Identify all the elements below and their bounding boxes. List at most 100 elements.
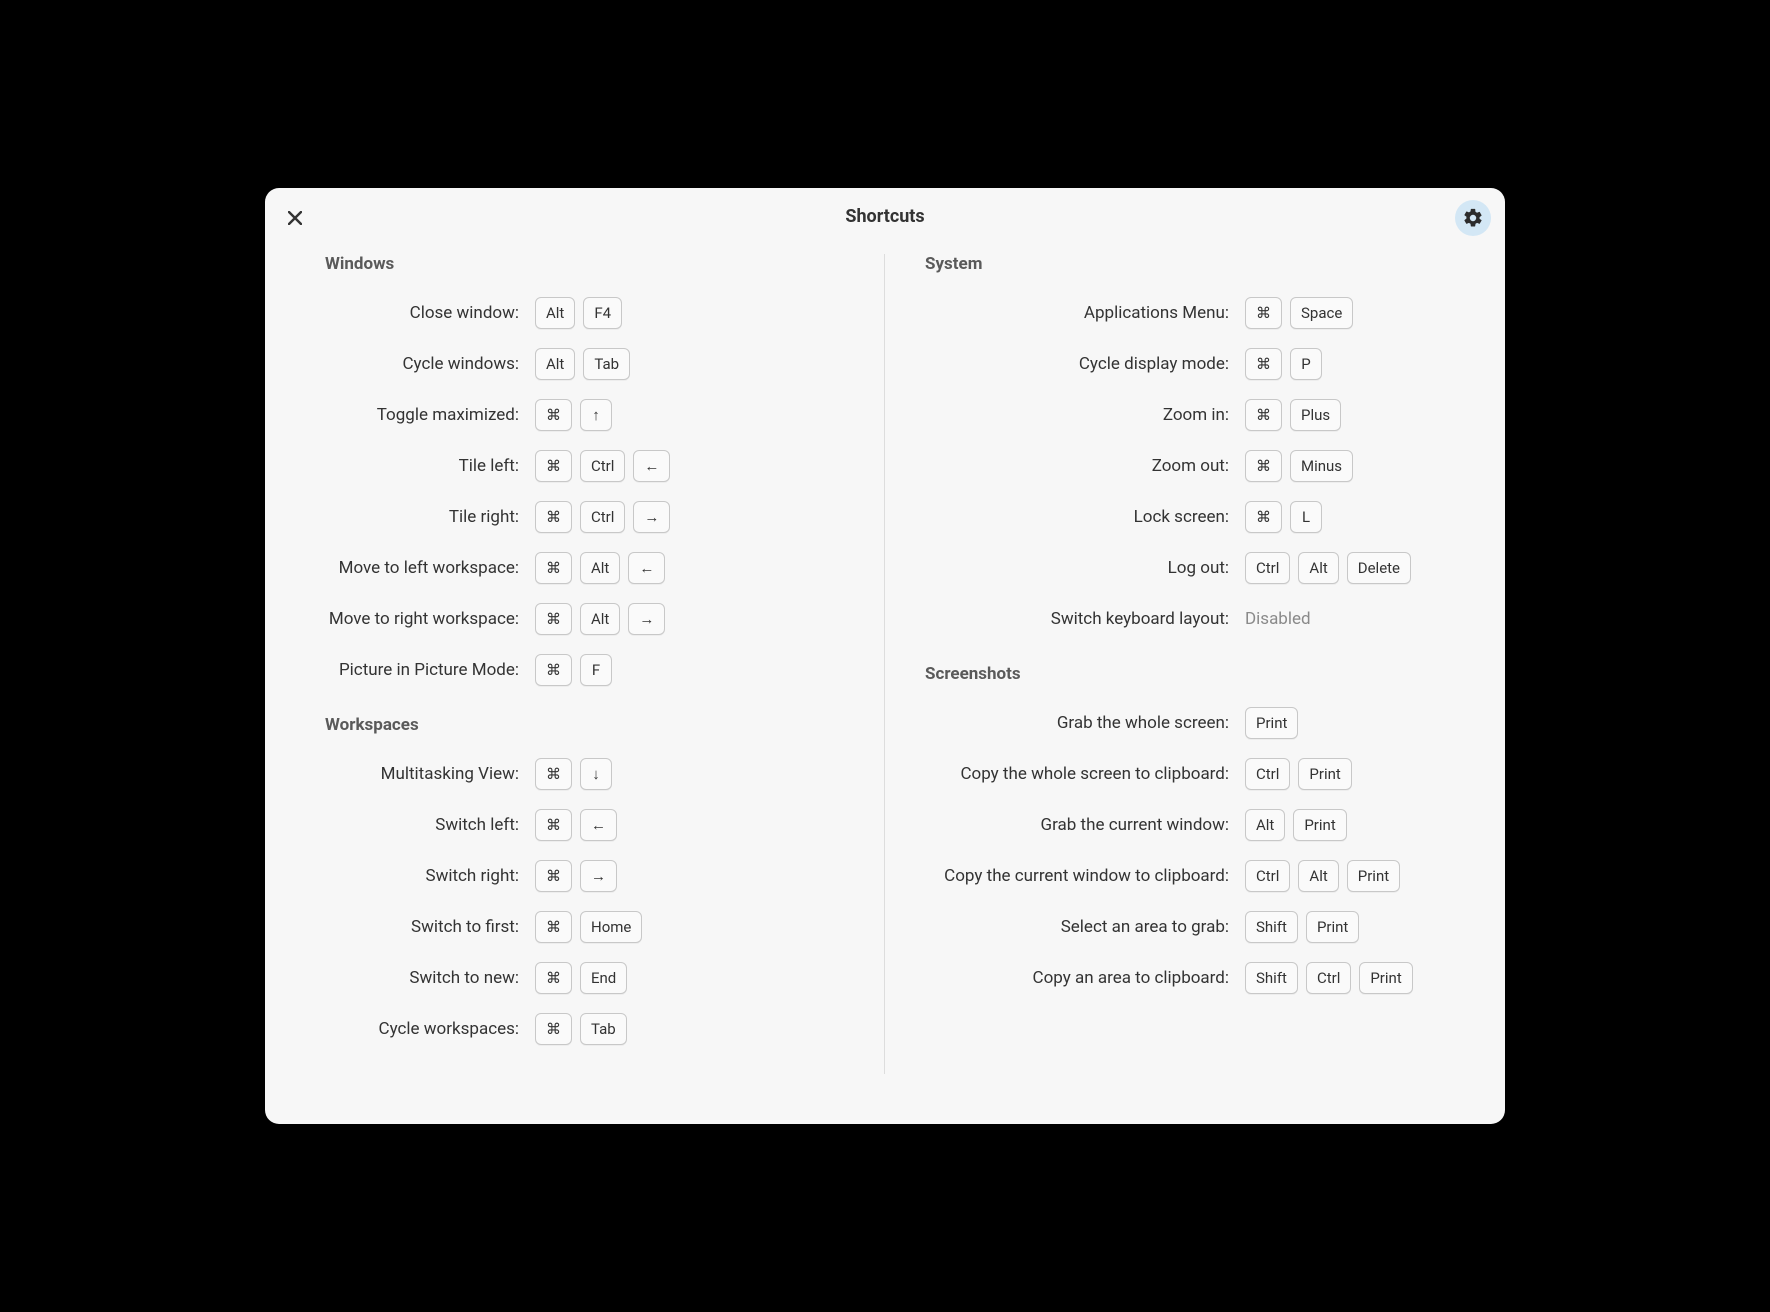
shortcut-keys: ⌘Alt→: [535, 603, 665, 635]
section-title-screenshots: Screenshots: [925, 664, 1445, 684]
shortcut-label: Multitasking View:: [325, 764, 535, 784]
close-button[interactable]: [283, 206, 307, 230]
shortcut-keys: AltF4: [535, 297, 622, 329]
shortcut-label: Zoom out:: [925, 456, 1245, 476]
shortcut-label: Copy the whole screen to clipboard:: [925, 764, 1245, 784]
keycap: →: [633, 501, 670, 533]
section-windows: Windows Close window:AltF4 Cycle windows:A…: [325, 254, 854, 687]
shortcut-label: Cycle display mode:: [925, 354, 1245, 374]
shortcut-row-pip-mode: Picture in Picture Mode:⌘F: [325, 653, 854, 687]
keycap: ⌘: [535, 911, 572, 943]
keycap: ⌘: [535, 552, 572, 584]
shortcut-keys: ⌘Alt←: [535, 552, 665, 584]
gear-icon: [1462, 207, 1484, 229]
shortcut-row-tile-left: Tile left:⌘Ctrl←: [325, 449, 854, 483]
keycap: Print: [1293, 809, 1346, 841]
keycap: F4: [583, 297, 622, 329]
shortcut-keys: AltPrint: [1245, 809, 1347, 841]
keycap: ⌘: [535, 758, 572, 790]
section-screenshots: ScreenshotsGrab the whole screen:PrintCo…: [925, 664, 1445, 995]
shortcut-label: Applications Menu:: [925, 303, 1245, 323]
shortcut-label: Grab the current window:: [925, 815, 1245, 835]
shortcut-keys: ⌘↓: [535, 758, 612, 790]
shortcut-label: Log out:: [925, 558, 1245, 578]
right-column: SystemApplications Menu:⌘SpaceCycle disp…: [885, 254, 1465, 1074]
shortcut-keys: ⌘→: [535, 860, 617, 892]
left-column: Windows Close window:AltF4 Cycle windows:A…: [305, 254, 885, 1074]
keycap: ⌘: [535, 603, 572, 635]
shortcut-label: Lock screen:: [925, 507, 1245, 527]
shortcut-keys: Disabled: [1245, 609, 1311, 629]
keycap: F: [580, 654, 612, 686]
shortcut-keys: CtrlAltPrint: [1245, 860, 1400, 892]
keycap: Ctrl: [580, 450, 625, 482]
section-title-windows: Windows: [325, 254, 854, 274]
shortcut-row-move-left-workspace: Move to left workspace:⌘Alt←: [325, 551, 854, 585]
window-title: Shortcuts: [845, 206, 924, 227]
shortcut-row-cycle-windows: Cycle windows:AltTab: [325, 347, 854, 381]
shortcut-row-switch-new: Switch to new:⌘End: [325, 961, 854, 995]
section-workspaces: WorkspacesMultitasking View:⌘↓Switch lef…: [325, 715, 854, 1046]
keycap: Tab: [583, 348, 630, 380]
shortcut-label: Picture in Picture Mode:: [325, 660, 535, 680]
keycap: Alt: [1298, 552, 1338, 584]
shortcut-row-multitasking-view: Multitasking View:⌘↓: [325, 757, 854, 791]
section-title-workspaces: Workspaces: [325, 715, 854, 735]
shortcut-row-log-out: Log out:CtrlAltDelete: [925, 551, 1445, 585]
keycap: Print: [1359, 962, 1412, 994]
shortcut-label: Toggle maximized:: [325, 405, 535, 425]
shortcut-keys: CtrlPrint: [1245, 758, 1352, 790]
shortcut-label: Switch to new:: [325, 968, 535, 988]
shortcut-keys: ⌘F: [535, 654, 612, 686]
shortcut-row-cycle-workspaces: Cycle workspaces:⌘Tab: [325, 1012, 854, 1046]
keycap: Ctrl: [1245, 758, 1290, 790]
shortcut-row-toggle-maximized: Toggle maximized:⌘↑: [325, 398, 854, 432]
keycap: ⌘: [535, 654, 572, 686]
shortcut-keys: ⌘End: [535, 962, 627, 994]
keycap: Shift: [1245, 911, 1298, 943]
keycap: Alt: [580, 603, 620, 635]
shortcut-keys: ⌘L: [1245, 501, 1322, 533]
shortcut-row-move-right-workspace: Move to right workspace:⌘Alt→: [325, 602, 854, 636]
keycap: Tab: [580, 1013, 627, 1045]
keycap: ⌘: [1245, 297, 1282, 329]
keycap: Alt: [535, 348, 575, 380]
shortcut-row-zoom-out: Zoom out:⌘Minus: [925, 449, 1445, 483]
shortcut-label: Move to left workspace:: [325, 558, 535, 578]
keycap: L: [1290, 501, 1322, 533]
keycap: Shift: [1245, 962, 1298, 994]
shortcut-row-grab-current-window: Grab the current window:AltPrint: [925, 808, 1445, 842]
shortcut-row-copy-area-clipboard: Copy an area to clipboard:ShiftCtrlPrint: [925, 961, 1445, 995]
keycap: Alt: [580, 552, 620, 584]
shortcuts-window: Shortcuts Windows Close window:AltF4 Cycle…: [265, 188, 1505, 1124]
section-title-system: System: [925, 254, 1445, 274]
settings-button[interactable]: [1455, 200, 1491, 236]
shortcut-label: Grab the whole screen:: [925, 713, 1245, 733]
shortcut-keys: ShiftCtrlPrint: [1245, 962, 1413, 994]
shortcut-row-close-window: Close window:AltF4: [325, 296, 854, 330]
keycap: ⌘: [1245, 450, 1282, 482]
keycap: ⌘: [535, 860, 572, 892]
shortcut-keys: ⌘Ctrl←: [535, 450, 670, 482]
keycap: →: [628, 603, 665, 635]
shortcut-row-select-area-grab: Select an area to grab:ShiftPrint: [925, 910, 1445, 944]
shortcut-keys: ⌘↑: [535, 399, 612, 431]
shortcut-keys: CtrlAltDelete: [1245, 552, 1411, 584]
shortcut-keys: AltTab: [535, 348, 630, 380]
shortcut-keys: ⌘Minus: [1245, 450, 1353, 482]
keycap: ⌘: [1245, 348, 1282, 380]
shortcut-keys: ⌘Home: [535, 911, 642, 943]
keycap: ⌘: [535, 1013, 572, 1045]
section-system: SystemApplications Menu:⌘SpaceCycle disp…: [925, 254, 1445, 636]
keycap: Plus: [1290, 399, 1341, 431]
keycap: Alt: [1298, 860, 1338, 892]
keycap: Delete: [1347, 552, 1411, 584]
keycap: ⌘: [535, 501, 572, 533]
shortcut-label: Zoom in:: [925, 405, 1245, 425]
keycap: ⌘: [535, 962, 572, 994]
shortcut-row-cycle-display-mode: Cycle display mode:⌘P: [925, 347, 1445, 381]
shortcut-row-tile-right: Tile right:⌘Ctrl→: [325, 500, 854, 534]
keycap: Alt: [535, 297, 575, 329]
keycap: Print: [1298, 758, 1351, 790]
keycap: Ctrl: [1245, 860, 1290, 892]
